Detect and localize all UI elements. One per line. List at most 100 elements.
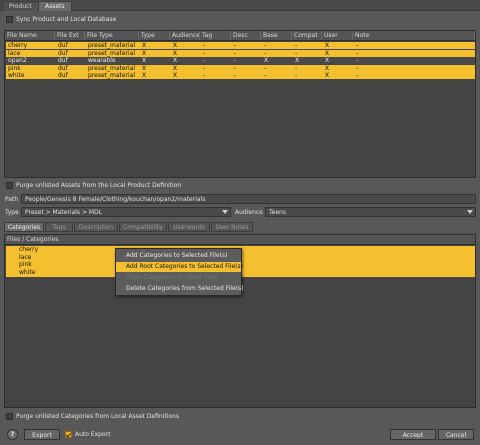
cell-audience: X: [173, 72, 178, 79]
cell-compat: -: [295, 49, 298, 57]
tab-product[interactable]: Product: [2, 1, 39, 11]
audience-label: Audience :: [235, 209, 267, 216]
cell-audience: X: [173, 64, 178, 72]
col-note[interactable]: Note: [353, 31, 475, 40]
export-button[interactable]: Export: [24, 429, 60, 440]
cell-base: -: [264, 64, 267, 72]
col-file-ext[interactable]: File Ext: [55, 31, 85, 40]
table-row[interactable]: pink duf preset_material X X - - - - X -: [6, 64, 475, 72]
cell-file-type: preset_material: [88, 64, 136, 72]
cell-base: -: [264, 49, 267, 57]
cell-desc: -: [234, 42, 237, 49]
tab-tags[interactable]: Tags: [45, 222, 73, 232]
category-file-item[interactable]: lace: [19, 254, 31, 261]
col-compat[interactable]: Compat: [292, 31, 322, 40]
cell-base: X: [264, 57, 269, 64]
asset-table-header: File Name File Ext File Type Type Audien…: [5, 31, 475, 41]
path-field[interactable]: People/Genesis 8 Female/Clothing/kouchan…: [21, 194, 476, 204]
audience-select[interactable]: Teens: [265, 207, 476, 217]
type-label: Type: [5, 209, 19, 216]
cell-type: X: [142, 64, 147, 72]
col-user[interactable]: User: [322, 31, 353, 40]
table-row[interactable]: opan2 duf wearable X X - - X X X -: [6, 57, 475, 64]
cell-type: X: [142, 42, 147, 49]
cancel-button[interactable]: Cancel: [438, 429, 474, 440]
menu-delete-categories[interactable]: Delete Categories from Selected File(s): [116, 284, 244, 294]
auto-export-checkbox[interactable]: [65, 431, 72, 438]
table-row[interactable]: lace duf preset_material X X - - - - X -: [6, 49, 475, 57]
cell-desc: -: [234, 57, 237, 64]
col-file-name[interactable]: File Name: [5, 31, 55, 40]
cell-file-type: preset_material: [88, 49, 136, 57]
cell-desc: -: [234, 64, 237, 72]
cell-user: X: [325, 57, 330, 64]
chevron-down-icon: [222, 210, 228, 214]
menu-add-root-categories[interactable]: Add Root Categories to Selected File(s): [116, 262, 243, 272]
accept-button[interactable]: Accept: [390, 429, 436, 440]
cell-user: X: [325, 42, 330, 49]
cell-file-name: opan2: [8, 57, 27, 64]
audience-select-value: Teens: [269, 209, 286, 216]
tab-userwords[interactable]: Userwords: [168, 222, 210, 232]
cell-tag: -: [203, 49, 206, 57]
cell-user: X: [325, 49, 330, 57]
cell-base: -: [264, 72, 267, 79]
category-file-item[interactable]: white: [19, 269, 35, 276]
table-row[interactable]: cherry duf preset_material X X - - - - X -: [6, 42, 475, 49]
col-type[interactable]: Type: [139, 31, 170, 40]
cell-file-type: preset_material: [88, 42, 136, 49]
cell-file-ext: duf: [58, 64, 68, 72]
context-menu: Add Categories to Selected File(s) Add Ro…: [115, 248, 244, 296]
cell-desc: -: [234, 49, 237, 57]
cell-file-name: cherry: [8, 42, 28, 49]
cell-file-type: wearable: [88, 57, 116, 64]
cell-file-name: pink: [8, 64, 21, 72]
sync-label: Sync Product and Local Database: [16, 16, 117, 23]
purge-categories-checkbox[interactable]: [6, 413, 13, 420]
cell-audience: X: [173, 42, 178, 49]
cell-audience: X: [173, 49, 178, 57]
cell-note: -: [356, 42, 359, 49]
cell-compat: -: [295, 72, 298, 79]
cell-tag: -: [203, 72, 206, 79]
cell-tag: -: [203, 64, 206, 72]
cell-type: X: [142, 57, 147, 64]
cell-file-ext: duf: [58, 42, 68, 49]
cell-tag: -: [203, 42, 206, 49]
tab-assets[interactable]: Assets: [38, 1, 72, 11]
categories-header: Files / Categories: [5, 235, 475, 245]
cell-file-name: white: [8, 72, 25, 79]
auto-export-label: Auto Export: [75, 431, 111, 438]
col-base[interactable]: Base: [261, 31, 292, 40]
purge-assets-label: Purge unlisted Assets from the Local Pro…: [16, 182, 182, 189]
tab-bar: Product Assets: [0, 0, 480, 11]
cell-user: X: [325, 72, 330, 79]
col-file-type[interactable]: File Type: [85, 31, 139, 40]
cell-file-ext: duf: [58, 72, 68, 79]
menu-copy-categories: Copy Categories to Other Files: [126, 274, 218, 281]
tab-categories[interactable]: Categories: [4, 222, 44, 232]
col-tag[interactable]: Tag: [200, 31, 231, 40]
path-label: Path: [5, 196, 19, 203]
table-row[interactable]: white duf preset_material X X - - - - X -: [6, 72, 475, 79]
category-file-item[interactable]: pink: [19, 261, 32, 268]
purge-assets-checkbox[interactable]: [6, 182, 13, 189]
type-select[interactable]: Preset > Materials > MDL: [21, 207, 231, 217]
cell-audience: X: [173, 57, 178, 64]
menu-add-categories[interactable]: Add Categories to Selected File(s): [116, 251, 241, 261]
purge-categories-label: Purge unlisted Categories from Local Ass…: [16, 413, 179, 420]
tab-description[interactable]: Description: [74, 222, 118, 232]
cell-note: -: [356, 57, 359, 64]
cell-user: X: [325, 64, 330, 72]
tab-user-notes[interactable]: User Notes: [211, 222, 253, 232]
files-categories-header: Files / Categories: [7, 236, 59, 243]
asset-table: File Name File Ext File Type Type Audien…: [4, 30, 476, 178]
col-desc[interactable]: Desc: [231, 31, 261, 40]
help-button[interactable]: ?: [7, 429, 18, 440]
tab-compatibility[interactable]: Compatibility: [119, 222, 167, 232]
col-audience[interactable]: Audience: [170, 31, 200, 40]
category-file-item[interactable]: cherry: [19, 246, 38, 253]
cell-file-ext: duf: [58, 57, 68, 64]
sync-checkbox[interactable]: [6, 16, 13, 23]
cell-compat: X: [295, 57, 300, 64]
